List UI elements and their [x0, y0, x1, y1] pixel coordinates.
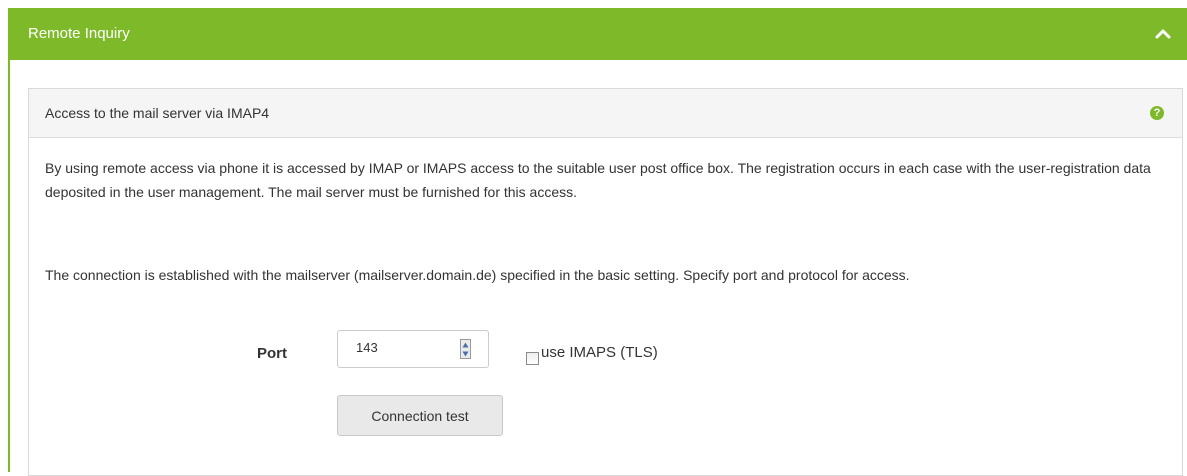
port-input[interactable]: 143	[337, 330, 489, 368]
description-paragraph: By using remote access via phone it is a…	[45, 160, 1151, 200]
section-heading: Access to the mail server via IMAP4 ?	[29, 89, 1182, 138]
section-title: Access to the mail server via IMAP4	[45, 105, 270, 121]
port-label: Port	[257, 345, 287, 362]
connection-test-button[interactable]: Connection test	[337, 395, 503, 436]
imap-access-panel: Access to the mail server via IMAP4 ? By…	[28, 88, 1183, 476]
use-imaps-label[interactable]: use IMAPS (TLS)	[541, 344, 658, 361]
question-circle-icon[interactable]: ?	[1150, 106, 1164, 120]
panel-title: Remote Inquiry	[28, 25, 130, 42]
use-imaps-checkbox[interactable]	[526, 352, 539, 365]
spin-down-icon[interactable]	[462, 350, 469, 358]
remote-inquiry-panel: Remote Inquiry Access to the mail server…	[8, 8, 1187, 476]
port-spinner[interactable]	[460, 339, 471, 359]
chevron-up-icon[interactable]	[1155, 26, 1171, 42]
spin-up-icon[interactable]	[462, 341, 469, 349]
panel-header[interactable]: Remote Inquiry	[10, 8, 1187, 60]
port-value: 143	[356, 340, 378, 355]
connection-info-paragraph: The connection is established with the m…	[45, 267, 910, 283]
